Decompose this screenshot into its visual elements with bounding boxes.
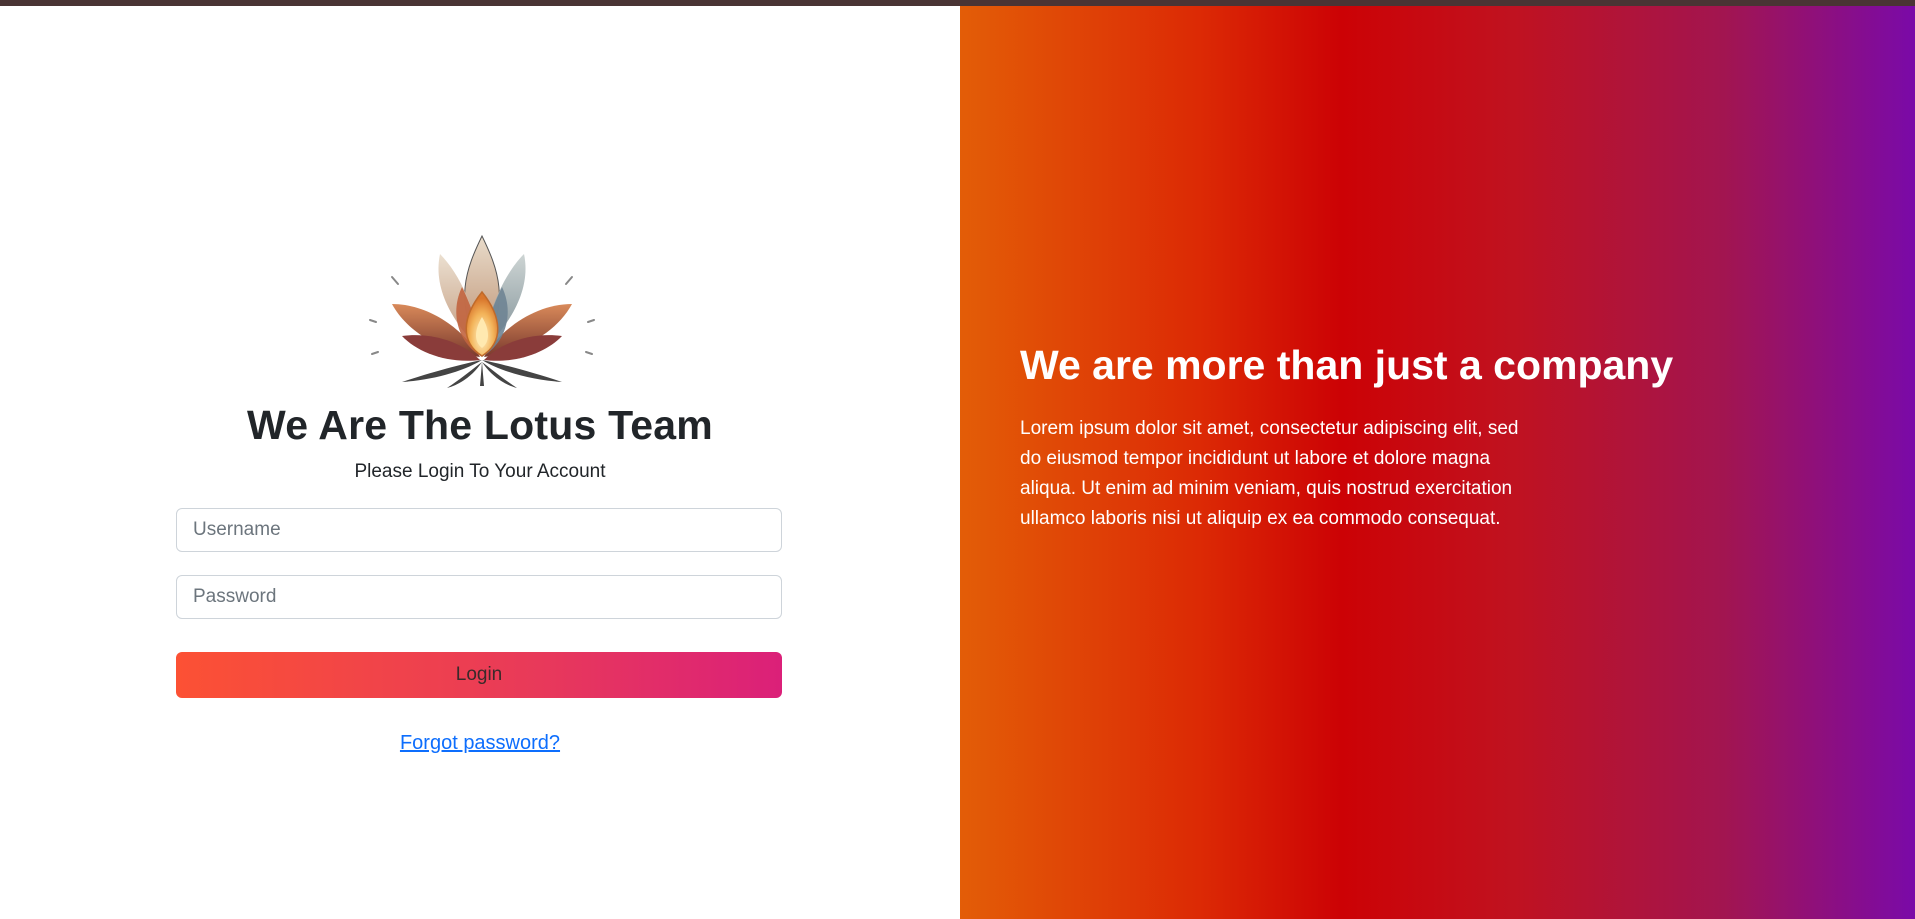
password-input[interactable]	[176, 575, 782, 619]
login-button[interactable]: Login	[176, 652, 782, 698]
promo-body: Lorem ipsum dolor sit amet, consectetur …	[1020, 418, 1519, 529]
login-subtitle: Please Login To Your Account	[354, 461, 606, 482]
username-input[interactable]	[176, 508, 782, 552]
login-panel: We Are The Lotus Team Please Login To Yo…	[0, 6, 960, 919]
forgot-password-link[interactable]: Forgot password?	[400, 732, 560, 754]
page-title: We Are The Lotus Team	[247, 402, 713, 448]
lotus-logo-icon	[369, 234, 595, 388]
promo-panel: We are more than just a company Lorem ip…	[960, 6, 1915, 919]
promo-headline: We are more than just a company	[1020, 342, 1674, 388]
forgot-password-container: Forgot password?	[0, 732, 960, 755]
